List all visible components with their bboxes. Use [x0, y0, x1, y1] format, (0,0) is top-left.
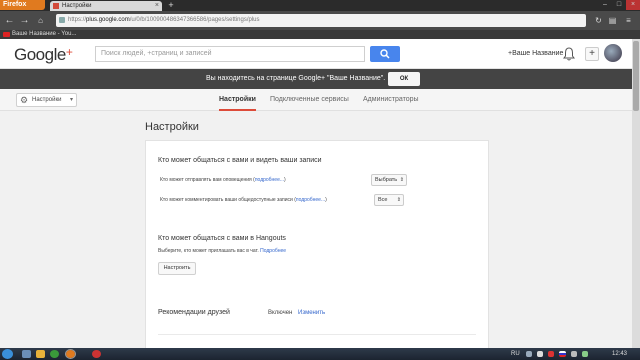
hangouts-configure-button[interactable]: Настроить: [158, 262, 196, 275]
search-button[interactable]: [370, 46, 400, 62]
friend-suggestions-status: Включен: [268, 310, 293, 316]
back-arrow-icon[interactable]: ←: [3, 14, 16, 27]
comments-more-link[interactable]: подробнее...: [296, 197, 325, 203]
search-icon: [380, 49, 390, 59]
friend-suggestions-heading: Рекомендации друзей: [158, 309, 230, 316]
bookmarks-icon[interactable]: ▤: [606, 14, 619, 27]
page-banner: Вы находитесь на странице Google+ "Ваше …: [0, 69, 632, 89]
address-bar[interactable]: https://plus.google.com/u/0/b/1009004863…: [56, 14, 586, 27]
banner-message: Вы находитесь на странице Google+ "Ваше …: [206, 75, 386, 82]
media-taskbar-icon[interactable]: [92, 350, 101, 358]
select-arrows-icon: ⇕: [396, 197, 401, 203]
explorer-taskbar-icon[interactable]: [22, 350, 31, 358]
comments-setting-close: ): [325, 197, 327, 203]
google-plus-header: Google+ Поиск людей, +страниц и записей …: [0, 39, 632, 69]
hangouts-heading: Кто может общаться с вами в Hangouts: [158, 235, 286, 242]
home-icon[interactable]: ⌂: [34, 14, 47, 27]
settings-card: Кто может общаться с вами и видеть ваши …: [145, 140, 489, 348]
tab-title: Настройки: [62, 3, 92, 9]
section-divider: [158, 334, 476, 335]
flag-icon[interactable]: [559, 351, 566, 357]
close-window-icon[interactable]: ×: [626, 0, 640, 10]
bookmark-label: Ваше Название - You...: [12, 31, 77, 37]
notifications-select[interactable]: Выбрать ⇕: [371, 174, 407, 186]
volume-icon[interactable]: [571, 351, 577, 357]
notifications-setting-label: Кто может отправлять вам оповещения (под…: [160, 177, 286, 183]
friend-suggestions-change-link[interactable]: Изменить: [298, 310, 325, 316]
page-title: Настройки: [145, 121, 199, 133]
avatar[interactable]: [604, 44, 622, 62]
language-indicator[interactable]: RU: [511, 348, 520, 360]
firefox-taskbar-icon[interactable]: [65, 349, 76, 359]
logo-plus: +: [65, 45, 73, 59]
bookmark-youtube[interactable]: Ваше Название - You...: [3, 30, 76, 39]
windows-taskbar: RU 12:43: [0, 348, 640, 360]
banner-ok-button[interactable]: ОК: [388, 72, 420, 86]
logo-text: Google: [14, 45, 66, 64]
page-name-link[interactable]: +Ваше Название: [508, 50, 563, 57]
page-content: Google+ Поиск людей, +страниц и записей …: [0, 39, 632, 348]
notifications-select-value: Выбрать: [375, 177, 398, 183]
tab-settings[interactable]: Настройки: [219, 89, 256, 111]
url-path: /u/0/b/100900486347366586/pages/settings…: [129, 17, 260, 23]
google-plus-logo[interactable]: Google+: [14, 45, 73, 65]
section-who-can-interact-heading: Кто может общаться с вами и видеть ваши …: [158, 157, 322, 164]
minimize-icon[interactable]: –: [598, 0, 612, 10]
battery-icon[interactable]: [582, 351, 588, 357]
tab-connected-services[interactable]: Подключенные сервисы: [270, 89, 349, 111]
comments-setting-label: Кто может комментировать ваши общедоступ…: [160, 197, 327, 203]
chevron-down-icon: ▾: [69, 97, 73, 103]
google-plus-favicon-icon: [53, 3, 59, 9]
start-button-icon[interactable]: [2, 349, 13, 359]
search-input[interactable]: Поиск людей, +страниц и записей: [95, 46, 365, 62]
tray-arrow-icon[interactable]: [526, 351, 532, 357]
notifications-more-link[interactable]: подробнее...: [255, 177, 284, 183]
comments-select[interactable]: Все ⇕: [374, 194, 404, 206]
new-tab-icon[interactable]: +: [166, 0, 176, 10]
bookmarks-bar: Ваше Название - You...: [0, 30, 640, 39]
tab-close-icon[interactable]: ×: [155, 1, 159, 11]
select-arrows-icon: ⇕: [399, 177, 404, 183]
settings-subnav: ⚙ Настройки ▾ Настройки Подключенные сер…: [0, 89, 632, 111]
gear-icon: ⚙: [20, 95, 29, 105]
url-host: plus.google.com: [86, 17, 130, 23]
hangouts-description: Выберите, кто может приглашать вас в чат…: [158, 248, 286, 254]
dropdown-label: Настройки: [32, 97, 62, 103]
comments-select-value: Все: [378, 197, 388, 203]
tab-administrators[interactable]: Администраторы: [363, 89, 419, 111]
url-prefix: https://: [68, 17, 87, 23]
menu-icon[interactable]: ≡: [622, 14, 635, 27]
notifications-setting-text: Кто может отправлять вам оповещения (: [160, 177, 255, 183]
hangouts-desc-text: Выберите, кто может приглашать вас в чат…: [158, 248, 259, 254]
antivirus-icon[interactable]: [548, 351, 554, 357]
browser-tab[interactable]: Настройки ×: [50, 1, 162, 11]
lock-icon: [59, 17, 65, 23]
youtube-icon: [3, 32, 10, 37]
folder-taskbar-icon[interactable]: [36, 350, 45, 358]
network-icon[interactable]: [537, 351, 543, 357]
hangouts-more-link[interactable]: Подробнее: [260, 248, 286, 254]
comments-setting-text: Кто может комментировать ваши общедоступ…: [160, 197, 296, 203]
share-plus-icon[interactable]: +: [585, 47, 599, 61]
browser-titlebar: Firefox Настройки × + – □ ×: [0, 0, 640, 11]
page-scrollbar[interactable]: [632, 39, 640, 348]
clock[interactable]: 12:43: [612, 348, 627, 360]
maximize-icon[interactable]: □: [612, 0, 626, 10]
reload-icon[interactable]: ↻: [592, 14, 605, 27]
notifications-setting-close: ): [284, 177, 286, 183]
settings-dropdown[interactable]: ⚙ Настройки ▾: [16, 93, 77, 107]
notifications-bell-icon[interactable]: [563, 47, 575, 61]
firefox-menu-button[interactable]: Firefox: [0, 0, 45, 10]
browser-navbar: ← → ⌂ https://plus.google.com/u/0/b/1009…: [0, 11, 640, 30]
scrollbar-thumb[interactable]: [633, 41, 639, 111]
forward-arrow-icon[interactable]: →: [18, 14, 31, 27]
chrome-taskbar-icon[interactable]: [50, 350, 59, 358]
